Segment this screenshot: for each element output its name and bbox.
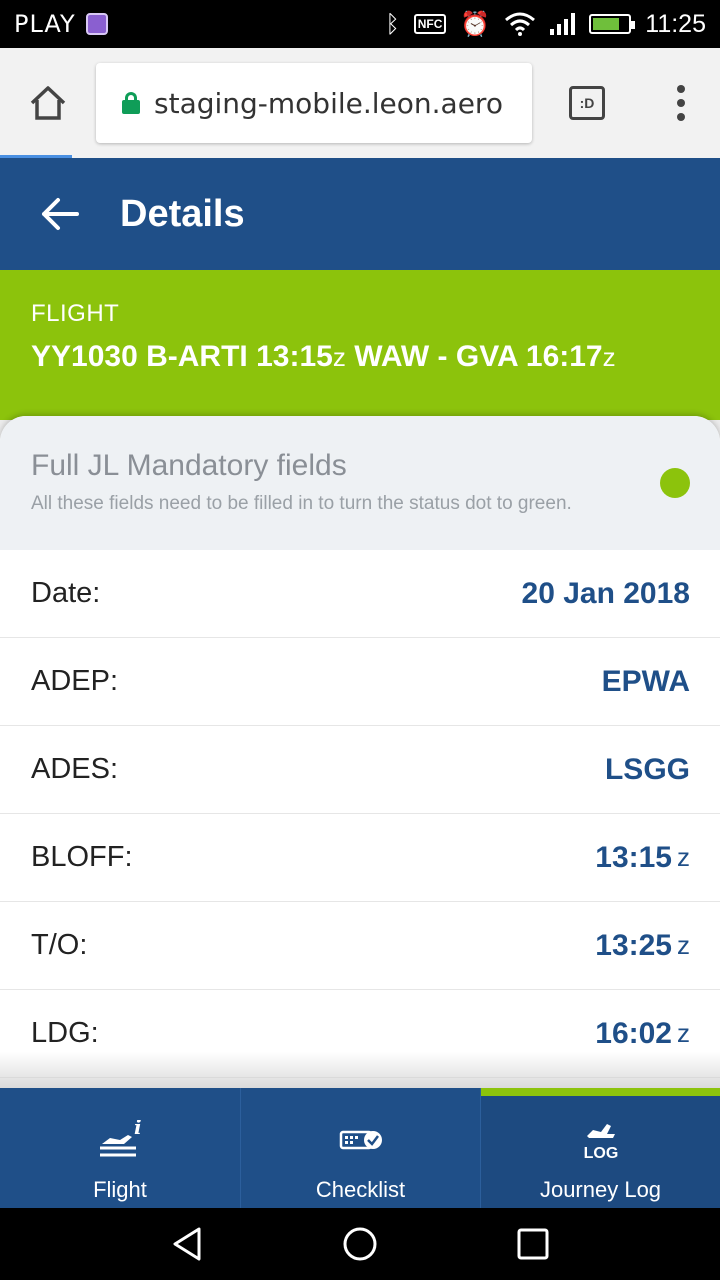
status-icons: ᛒ NFC ⏰ 11:25 [385, 10, 706, 39]
browser-menu-button[interactable] [642, 48, 720, 158]
field-label: Date: [31, 577, 101, 609]
tab-label: Journey Log [539, 1177, 662, 1202]
system-nav-bar [0, 1208, 720, 1280]
mandatory-fields-header: Full JL Mandatory fields All these field… [0, 416, 720, 550]
nav-back-icon[interactable] [167, 1224, 207, 1264]
active-tab-indicator [481, 1088, 720, 1096]
flight-summary: FLIGHT YY1030 B-ARTI 13:15z WAW - GVA 16… [0, 270, 720, 420]
mandatory-fields-hint: All these fields need to be filled in to… [31, 493, 572, 514]
field-value: EPWA [601, 664, 690, 698]
flight-route: YY1030 B-ARTI 13:15z WAW - GVA 16:17z [31, 340, 689, 374]
tab-switcher-button[interactable]: :D [532, 48, 642, 158]
tab-flight[interactable]: i Flight [0, 1088, 240, 1208]
gallery-notification-icon [85, 13, 108, 35]
arrival-time: 16:17 [525, 340, 603, 373]
menu-dot-icon [677, 113, 685, 121]
nav-recents-icon[interactable] [513, 1224, 553, 1264]
alarm-icon: ⏰ [460, 10, 491, 38]
home-icon [30, 86, 66, 120]
signal-strength-icon [550, 13, 576, 35]
field-unit: z [677, 842, 690, 872]
tab-label: Flight [93, 1177, 147, 1202]
field-value: LSGG [604, 752, 690, 786]
tab-switcher-icon: :D [569, 86, 605, 120]
bluetooth-icon: ᛒ [385, 10, 400, 38]
journey-log-card: Full JL Mandatory fields All these field… [0, 416, 720, 1088]
checklist-icon [339, 1130, 382, 1150]
wifi-icon [505, 12, 536, 36]
url-text: staging-mobile.leon.aero [154, 86, 503, 120]
field-label: ADEP: [31, 665, 119, 697]
tab-label: Checklist [315, 1177, 406, 1202]
scroll-fade [0, 1052, 720, 1088]
back-button[interactable] [0, 158, 120, 270]
field-row-bloff[interactable]: BLOFF: 13:15 z [0, 814, 720, 902]
app-bar: Details [0, 158, 720, 270]
status-bar: PLAY ᛒ NFC ⏰ 11:25 [0, 0, 720, 48]
nav-home-icon[interactable] [340, 1224, 380, 1264]
home-button[interactable] [0, 48, 96, 158]
menu-dot-icon [677, 85, 685, 93]
flight-info-icon: i [100, 1120, 142, 1157]
zulu-suffix: z [332, 342, 346, 372]
battery-icon [589, 14, 636, 34]
flight-number: YY1030 [31, 340, 138, 373]
menu-dot-icon [677, 99, 685, 107]
field-label: LDG: [31, 1017, 99, 1049]
field-value: 20 Jan 2018 [521, 576, 690, 610]
origin-airport: WAW [354, 340, 430, 373]
tab-journey-log[interactable]: LOG Journey Log [480, 1088, 720, 1208]
mandatory-fields-title: Full JL Mandatory fields [31, 449, 347, 482]
status-dot-icon [660, 468, 690, 498]
route-separator: - [437, 340, 448, 373]
field-value: 13:15 [595, 840, 672, 874]
lock-icon [122, 92, 140, 114]
zulu-suffix: z [602, 342, 616, 372]
journey-log-icon: LOG [583, 1124, 618, 1162]
flight-section-label: FLIGHT [31, 300, 120, 327]
address-bar[interactable]: staging-mobile.leon.aero [96, 63, 532, 143]
field-row-date[interactable]: Date: 20 Jan 2018 [0, 550, 720, 638]
field-row-ades[interactable]: ADES: LSGG [0, 726, 720, 814]
departure-time: 13:15 [256, 340, 333, 373]
field-value: 13:25 [595, 928, 672, 962]
field-unit: z [677, 1018, 690, 1048]
bottom-tab-bar: i Flight Checklist LOG Journey Log [0, 1088, 720, 1208]
field-row-adep[interactable]: ADEP: EPWA [0, 638, 720, 726]
svg-text:LOG: LOG [583, 1145, 618, 1162]
field-row-takeoff[interactable]: T/O: 13:25 z [0, 902, 720, 990]
field-label: BLOFF: [31, 841, 133, 873]
back-arrow-icon [42, 198, 79, 230]
nfc-icon: NFC [413, 14, 447, 34]
field-unit: z [677, 930, 690, 960]
field-value: 16:02 [595, 1016, 672, 1050]
tab-checklist[interactable]: Checklist [240, 1088, 480, 1208]
carrier-name: PLAY [14, 10, 76, 38]
destination-airport: GVA [455, 340, 518, 373]
browser-toolbar: staging-mobile.leon.aero :D [0, 48, 720, 158]
svg-text:i: i [134, 1120, 142, 1139]
field-label: T/O: [31, 929, 88, 961]
field-label: ADES: [31, 753, 119, 785]
clock-time: 11:25 [645, 9, 706, 38]
aircraft-registration: B-ARTI [146, 340, 248, 373]
page-title: Details [120, 192, 245, 235]
